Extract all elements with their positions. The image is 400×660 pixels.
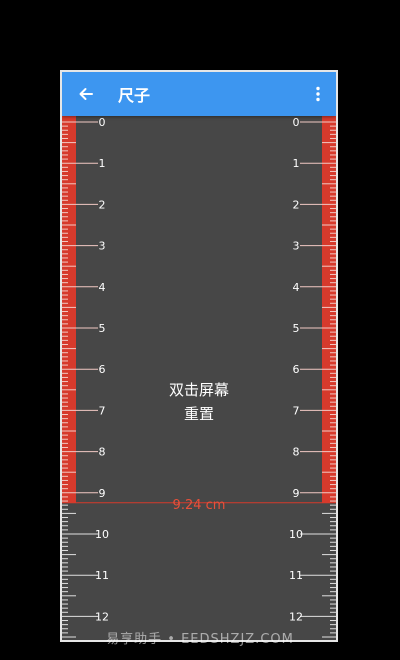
tick-label-left: 11 (95, 569, 109, 582)
ruler-area[interactable]: 0 0 1 1 2 2 3 3 4 4 5 5 6 6 7 7 8 8 9 9 10 10 11 11 12 12 双击屏幕 重置… (62, 116, 336, 640)
measurement-readout: 9.24 cm (172, 498, 226, 513)
app-window: 尺子 0 0 1 1 2 2 3 3 4 4 5 5 6 6 7 7 8 8 9 9 10 10 11 11 12 12 双击屏幕… (60, 70, 338, 642)
tick-label-left: 6 (99, 363, 106, 376)
overflow-menu-button[interactable] (306, 72, 330, 116)
tick-label-left: 1 (99, 157, 106, 170)
tick-label-left: 2 (99, 198, 106, 211)
tick-label-right: 5 (293, 322, 300, 335)
tick-label-right: 4 (293, 281, 300, 294)
tick-label-right: 10 (289, 528, 303, 541)
tick-label-left: 3 (99, 240, 106, 253)
arrow-left-icon (79, 88, 93, 100)
tick-label-right: 0 (293, 116, 300, 129)
tick-label-left: 5 (99, 322, 106, 335)
tick-label-right: 12 (289, 610, 303, 623)
tick-label-left: 10 (95, 528, 109, 541)
ruler-highlight-right (322, 116, 336, 503)
reset-hint-line2: 重置 (183, 405, 214, 423)
tick-label-left: 0 (99, 116, 106, 129)
tick-label-right: 2 (293, 198, 300, 211)
tick-label-left: 4 (99, 281, 106, 294)
reset-hint[interactable]: 双击屏幕 重置 (62, 378, 336, 426)
tick-label-right: 3 (293, 240, 300, 253)
reset-hint-line1: 双击屏幕 (168, 381, 229, 399)
tick-label-right: 1 (293, 157, 300, 170)
back-button[interactable] (66, 72, 106, 116)
more-vert-icon (316, 86, 320, 102)
tick-label-left: 8 (99, 446, 106, 459)
tick-label-right: 8 (293, 446, 300, 459)
tick-label-right: 11 (289, 569, 303, 582)
tick-label-right: 6 (293, 363, 300, 376)
tick-label-left: 12 (95, 610, 109, 623)
page-title: 尺子 (118, 86, 151, 105)
ruler-highlight-left (62, 116, 76, 503)
app-bar: 尺子 (62, 72, 336, 116)
watermark: 易享助手 • EEDSHZJZ.COM (106, 632, 294, 647)
